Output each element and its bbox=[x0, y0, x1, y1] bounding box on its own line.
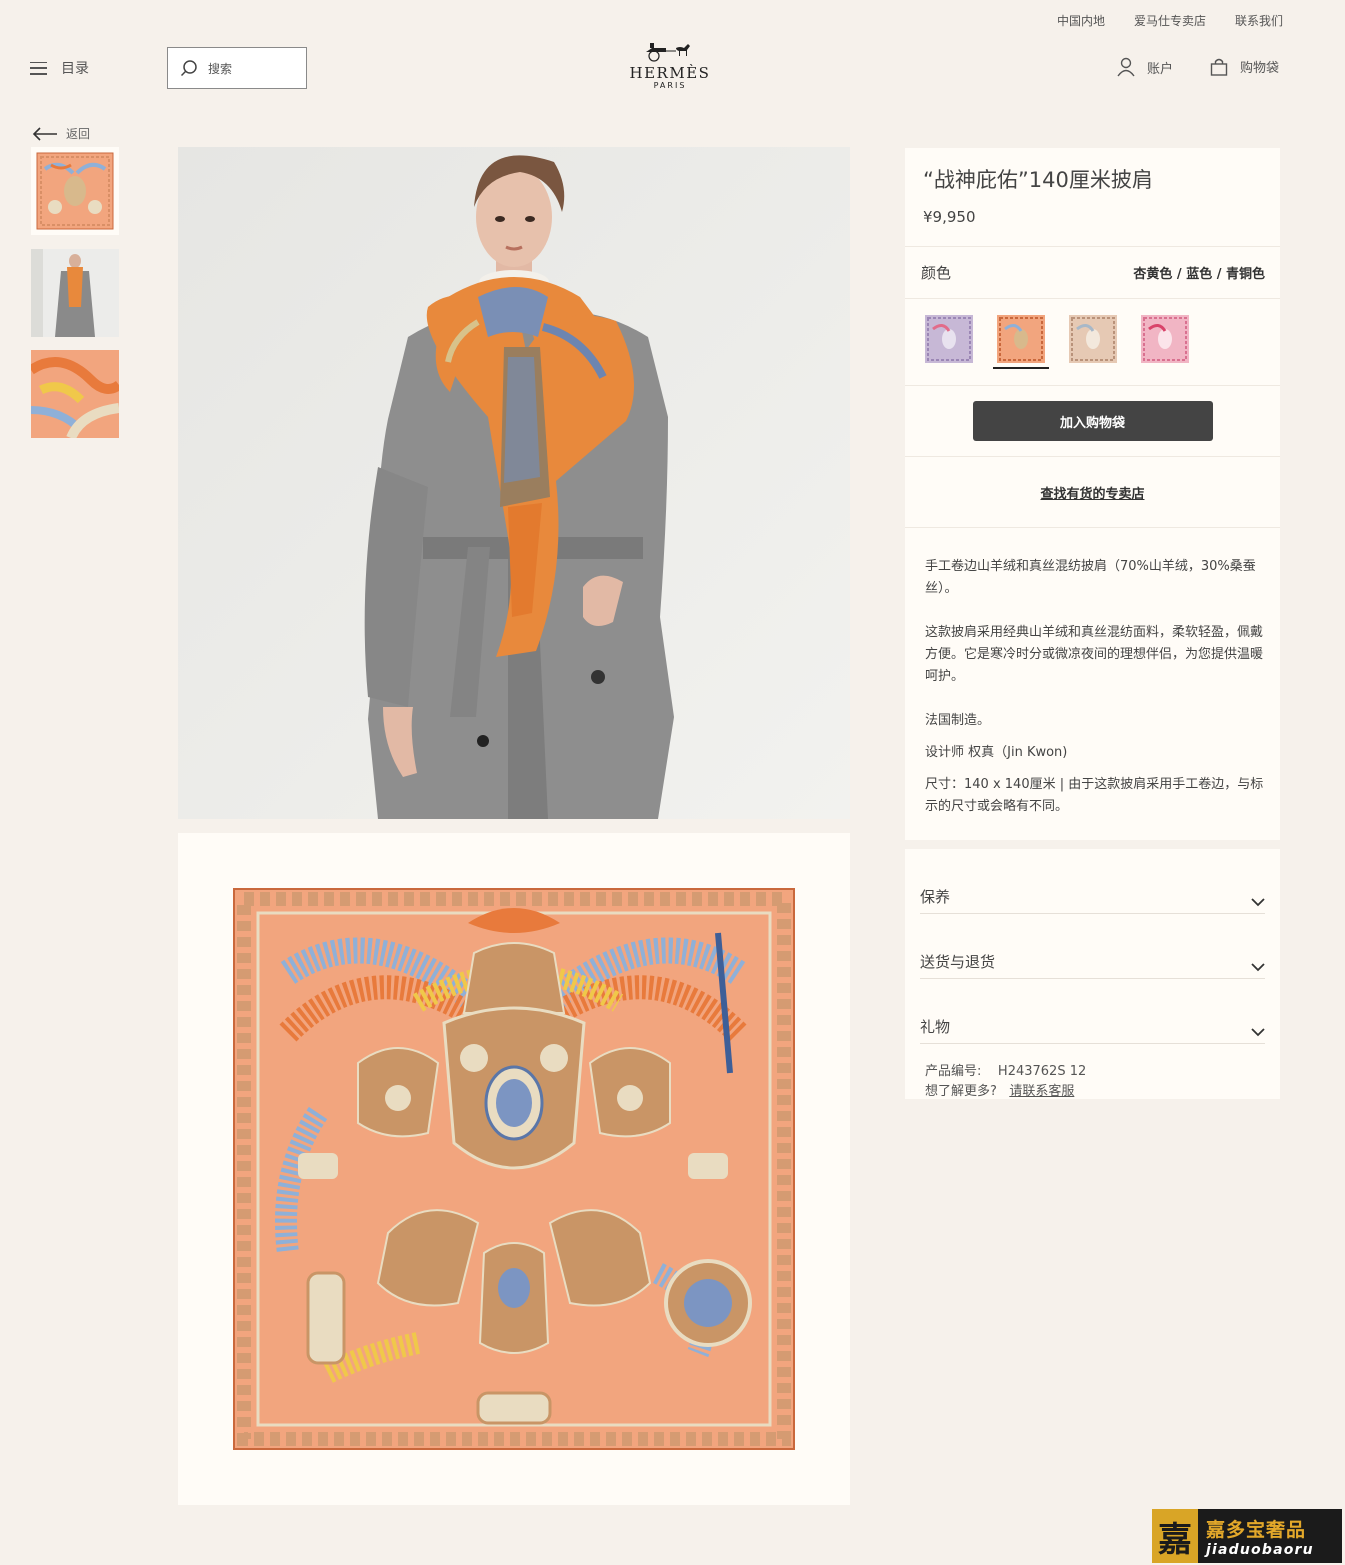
brand-logo[interactable]: HERMÈS PARIS bbox=[624, 40, 716, 90]
add-to-cart-row: 加入购物袋 bbox=[905, 386, 1280, 457]
contact-service-link[interactable]: 请联系客服 bbox=[1009, 1084, 1074, 1099]
thumbnail-detail[interactable] bbox=[31, 350, 119, 438]
color-swatch-beige[interactable] bbox=[1067, 315, 1119, 369]
description-origin: 法国制造。 bbox=[925, 713, 991, 728]
search-icon bbox=[180, 60, 197, 77]
find-store-link[interactable]: 查找有货的专卖店 bbox=[905, 457, 1280, 528]
watermark-seal: 嘉 bbox=[1152, 1509, 1198, 1563]
description-body: 这款披肩采用经典山羊绒和真丝混纺面料，柔软轻盈，佩戴方便。它是寒冷时分或微凉夜间… bbox=[925, 625, 1264, 684]
model-thumbnail-image bbox=[31, 249, 119, 337]
swatch-beige-image bbox=[1069, 315, 1117, 363]
color-swatch-pink[interactable] bbox=[1139, 315, 1191, 369]
sku-label: 产品编号: bbox=[925, 1064, 982, 1079]
search-input[interactable]: 搜索 bbox=[167, 47, 307, 89]
product-photo-scarf bbox=[178, 833, 850, 1505]
thumbnail-model[interactable] bbox=[31, 249, 119, 337]
sku-value: H243762S 12 bbox=[997, 1064, 1087, 1079]
carriage-logo-icon bbox=[646, 43, 690, 62]
brand-name: HERMÈS bbox=[629, 64, 711, 82]
bag-icon bbox=[1210, 58, 1228, 76]
model-photo-image bbox=[178, 147, 850, 819]
accordion-care-label: 保养 bbox=[920, 888, 951, 906]
brand-city: PARIS bbox=[653, 81, 687, 90]
accordion-gift[interactable]: 礼物 bbox=[920, 979, 1265, 1044]
shopping-bag-button[interactable]: 购物袋 bbox=[1210, 57, 1279, 76]
scarf-thumbnail-image bbox=[31, 147, 119, 235]
sku-row: 产品编号: H243762S 12 bbox=[925, 1062, 1265, 1082]
watermark-text: 嘉多宝奢品 jiaduobaoru bbox=[1198, 1515, 1314, 1558]
description-composition: 手工卷边山羊绒和真丝混纺披肩（70%山羊绒，30%桑蚕丝）。 bbox=[925, 559, 1256, 596]
product-heading: “战神庇佑”140厘米披肩 ¥9,950 bbox=[905, 148, 1280, 247]
product-meta: 产品编号: H243762S 12 想了解更多? 请联系客服 bbox=[920, 1044, 1265, 1102]
accordion-gift-label: 礼物 bbox=[920, 1018, 951, 1036]
product-title: “战神庇佑”140厘米披肩 bbox=[923, 168, 1153, 192]
menu-button[interactable]: 目录 bbox=[30, 58, 89, 78]
scarf-flat-image bbox=[233, 888, 795, 1450]
thumbnail-scarf[interactable] bbox=[31, 147, 119, 235]
product-info-panel: “战神庇佑”140厘米披肩 ¥9,950 颜色 杏黄色 / 蓝色 / 青铜色 加… bbox=[905, 148, 1280, 840]
watermark: 嘉 嘉多宝奢品 jiaduobaoru bbox=[1152, 1509, 1342, 1563]
color-value: 杏黄色 / 蓝色 / 青铜色 bbox=[1133, 267, 1265, 282]
hamburger-icon bbox=[30, 61, 47, 75]
watermark-cn: 嘉多宝奢品 bbox=[1206, 1518, 1307, 1541]
swatch-pink-image bbox=[1141, 315, 1189, 363]
account-button[interactable]: 账户 bbox=[1117, 57, 1173, 77]
watermark-en: jiaduobaoru bbox=[1206, 1541, 1314, 1558]
back-label: 返回 bbox=[66, 127, 91, 141]
menu-label: 目录 bbox=[61, 61, 89, 77]
contact-link[interactable]: 联系我们 bbox=[1235, 12, 1283, 29]
accordion-shipping-label: 送货与退货 bbox=[920, 953, 996, 971]
product-price: ¥9,950 bbox=[923, 208, 976, 226]
swatch-apricot-image bbox=[997, 315, 1045, 363]
contact-row: 想了解更多? 请联系客服 bbox=[925, 1082, 1265, 1102]
utility-nav: 中国内地 爱马仕专卖店 联系我们 bbox=[1057, 12, 1283, 29]
color-label: 颜色 bbox=[921, 264, 952, 282]
color-swatches bbox=[905, 299, 1280, 386]
swatch-lilac-image bbox=[925, 315, 973, 363]
detail-thumbnail-image bbox=[31, 350, 119, 438]
color-swatch-lilac[interactable] bbox=[923, 315, 975, 369]
description-designer: 设计师 权真（Jin Kwon) bbox=[925, 745, 1068, 760]
info-accordions: 保养 送货与退货 礼物 产品编号: H243762S 12 想了解更多? 请联系… bbox=[905, 849, 1280, 1099]
arrow-left-icon bbox=[32, 126, 57, 141]
more-label: 想了解更多? bbox=[925, 1084, 997, 1099]
add-to-cart-button[interactable]: 加入购物袋 bbox=[972, 401, 1213, 441]
stores-link[interactable]: 爱马仕专卖店 bbox=[1134, 12, 1206, 29]
site-header: 中国内地 爱马仕专卖店 联系我们 目录 搜索 HERMÈS PARIS 账户 购… bbox=[0, 0, 1345, 106]
chevron-down-icon bbox=[1251, 963, 1265, 972]
chevron-down-icon bbox=[1251, 898, 1265, 907]
bag-label: 购物袋 bbox=[1240, 61, 1280, 76]
product-photo-model bbox=[178, 147, 850, 819]
color-swatch-apricot[interactable] bbox=[993, 315, 1049, 369]
back-link[interactable]: 返回 bbox=[32, 125, 90, 142]
color-row: 颜色 杏黄色 / 蓝色 / 青铜色 bbox=[905, 247, 1280, 299]
product-description: 手工卷边山羊绒和真丝混纺披肩（70%山羊绒，30%桑蚕丝）。 这款披肩采用经典山… bbox=[905, 528, 1280, 840]
user-icon bbox=[1117, 57, 1135, 77]
region-link[interactable]: 中国内地 bbox=[1057, 12, 1105, 29]
account-label: 账户 bbox=[1147, 61, 1174, 77]
description-size: 尺寸：140 x 140厘米 | 由于这款披肩采用手工卷边，与标示的尺寸或会略有… bbox=[925, 777, 1264, 814]
accordion-care[interactable]: 保养 bbox=[920, 849, 1265, 914]
chevron-down-icon bbox=[1251, 1028, 1265, 1037]
accordion-shipping[interactable]: 送货与退货 bbox=[920, 914, 1265, 979]
search-placeholder: 搜索 bbox=[208, 61, 233, 76]
